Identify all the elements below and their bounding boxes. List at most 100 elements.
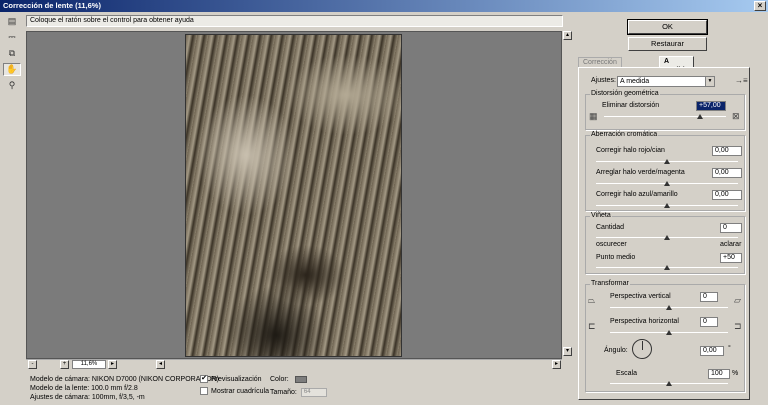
blue-yellow-input[interactable]: 0,00: [712, 190, 742, 200]
green-magenta-label: Arreglar halo verde/magenta: [596, 169, 685, 176]
horizontal-perspective-left-icon: ⊏: [588, 321, 596, 331]
window-titlebar: Corrección de lente (11,6%) ×: [0, 0, 768, 12]
green-magenta-slider[interactable]: [664, 181, 670, 186]
close-button[interactable]: ×: [754, 1, 766, 11]
barrel-icon: ⊠: [732, 111, 740, 121]
scroll-up-icon[interactable]: ▴: [563, 31, 572, 40]
preview-canvas[interactable]: [26, 31, 562, 359]
show-grid-option[interactable]: Mostrar cuadrícula: [200, 387, 269, 395]
zoom-level-field[interactable]: 11,6%: [72, 360, 106, 369]
zoom-tool-icon: ⚲: [8, 80, 16, 90]
hand-tool-icon: ✋: [6, 64, 18, 74]
move-grid-tool[interactable]: ⧉: [3, 47, 21, 60]
angle-label: Ángulo:: [604, 347, 628, 354]
green-magenta-input[interactable]: 0,00: [712, 168, 742, 178]
settings-select[interactable]: A medida ▼: [617, 76, 715, 87]
scroll-down-icon[interactable]: ▾: [563, 347, 572, 356]
zoom-tool[interactable]: ⚲: [3, 79, 21, 92]
remove-distortion-slider[interactable]: [697, 114, 704, 119]
zoom-out-button[interactable]: -: [28, 360, 37, 369]
angle-unit: °: [728, 345, 731, 352]
camera-settings: Ajustes de cámara: 100mm, f/3,5, -m: [30, 394, 145, 401]
preview-option[interactable]: ✔ Previsualización: [200, 375, 262, 383]
scale-unit: %: [732, 370, 739, 377]
chromatic-aberration-group: Aberración cromática Corregir halo rojo/…: [585, 131, 745, 211]
settings-select-value: A medida: [620, 78, 650, 85]
preview-label: Previsualización: [211, 375, 262, 383]
hand-tool[interactable]: ✋: [3, 63, 21, 76]
remove-distortion-tool[interactable]: ▤: [3, 15, 21, 28]
red-cyan-input[interactable]: 0,00: [712, 146, 742, 156]
preview-checkbox[interactable]: ✔: [200, 375, 208, 383]
straighten-tool[interactable]: ⎓: [3, 31, 21, 44]
vertical-perspective-label: Perspectiva vertical: [610, 293, 671, 300]
camera-info: Modelo de cámara: NIKON D7000 (NIKON COR…: [30, 375, 219, 402]
tab-custom[interactable]: A medida: [659, 56, 694, 74]
grid-color-option: Color:: [270, 376, 307, 383]
blue-yellow-slider[interactable]: [664, 203, 670, 208]
transform-group: Transformar ⏢ Perspectiva vertical 0 ⏥ ⊏…: [585, 280, 745, 392]
ok-button[interactable]: OK: [627, 19, 708, 35]
midpoint-slider[interactable]: [664, 265, 670, 270]
straighten-tool-icon: ⎓: [8, 32, 16, 42]
horizontal-perspective-right-icon: ⊐: [734, 321, 742, 331]
red-cyan-label: Corregir halo rojo/cian: [596, 147, 665, 154]
settings-menu-icon[interactable]: →≡: [735, 76, 748, 85]
vignette-amount-input[interactable]: 0: [720, 223, 742, 233]
darken-label: oscurecer: [596, 241, 627, 248]
grid-color-label: Color:: [270, 376, 289, 383]
grid-size-label: Tamaño:: [270, 389, 297, 396]
vignette-group: Viñeta Cantidad 0 oscurecer aclarar Punt…: [585, 212, 745, 274]
grid-size-option: Tamaño: 64: [270, 388, 327, 397]
chevron-down-icon: ▼: [705, 77, 714, 86]
window-title: Corrección de lente (11,6%): [3, 1, 101, 10]
vertical-perspective-left-icon: ⏢: [588, 295, 596, 305]
horizontal-perspective-input[interactable]: 0: [700, 317, 718, 327]
lens-model: Modelo de la lente: 100.0 mm f/2.8: [30, 385, 138, 392]
geometric-distortion-title: Distorsión geométrica: [590, 90, 660, 97]
transform-title: Transformar: [590, 280, 630, 287]
scale-input[interactable]: 100: [708, 369, 730, 379]
lighten-label: aclarar: [720, 241, 742, 248]
vertical-scrollbar[interactable]: ▴ ▾: [563, 31, 573, 369]
horizontal-perspective-slider[interactable]: [666, 330, 672, 335]
remove-distortion-label: Eliminar distorsión: [602, 102, 660, 109]
preview-image: [185, 34, 402, 357]
red-cyan-slider[interactable]: [664, 159, 670, 164]
midpoint-label: Punto medio: [596, 254, 636, 261]
grid-color-swatch[interactable]: [294, 376, 307, 383]
vertical-perspective-right-icon: ⏥: [734, 295, 741, 305]
reset-button[interactable]: Restaurar: [628, 37, 707, 51]
horizontal-scrollbar[interactable]: - + 11,6% ▸ ◂ ▸: [26, 359, 562, 369]
vignette-amount-slider[interactable]: [664, 235, 670, 240]
remove-distortion-track: [604, 116, 726, 117]
blue-yellow-label: Corregir halo azul/amarillo: [596, 191, 678, 198]
grid-size-field[interactable]: 64: [300, 388, 327, 397]
geometric-distortion-group: Distorsión geométrica Eliminar distorsió…: [585, 90, 745, 130]
remove-distortion-tool-icon: ▤: [7, 16, 17, 26]
show-grid-checkbox[interactable]: [200, 387, 208, 395]
scale-label: Escala: [616, 370, 638, 377]
scroll-left-icon[interactable]: ◂: [156, 360, 165, 369]
scroll-right-small-icon[interactable]: ▸: [108, 360, 117, 369]
pincushion-icon: ▦: [589, 111, 598, 121]
custom-panel: Ajustes: A medida ▼ →≡ Distorsión geomét…: [578, 67, 750, 400]
zoom-in-button[interactable]: +: [60, 360, 69, 369]
remove-distortion-input[interactable]: +57,00: [696, 101, 726, 111]
scroll-right-icon[interactable]: ▸: [552, 360, 561, 369]
horizontal-perspective-label: Perspectiva horizontal: [610, 318, 679, 325]
move-grid-tool-icon: ⧉: [8, 48, 16, 58]
midpoint-input[interactable]: +50: [720, 253, 742, 263]
scale-slider[interactable]: [666, 381, 672, 386]
vertical-perspective-input[interactable]: 0: [700, 292, 718, 302]
angle-input[interactable]: 0,00: [700, 346, 724, 356]
vertical-perspective-slider[interactable]: [666, 305, 672, 310]
tab-auto-correction[interactable]: Corrección automática: [578, 57, 623, 75]
settings-label: Ajustes:: [591, 77, 616, 84]
show-grid-label: Mostrar cuadrícula: [211, 387, 269, 395]
chromatic-aberration-title: Aberración cromática: [590, 131, 659, 138]
tool-palette: ▤ ⎓ ⧉ ✋ ⚲: [3, 15, 23, 95]
camera-model: Modelo de cámara: NIKON D7000 (NIKON COR…: [30, 376, 219, 383]
angle-dial[interactable]: [632, 339, 652, 359]
vignette-amount-label: Cantidad: [596, 224, 625, 231]
